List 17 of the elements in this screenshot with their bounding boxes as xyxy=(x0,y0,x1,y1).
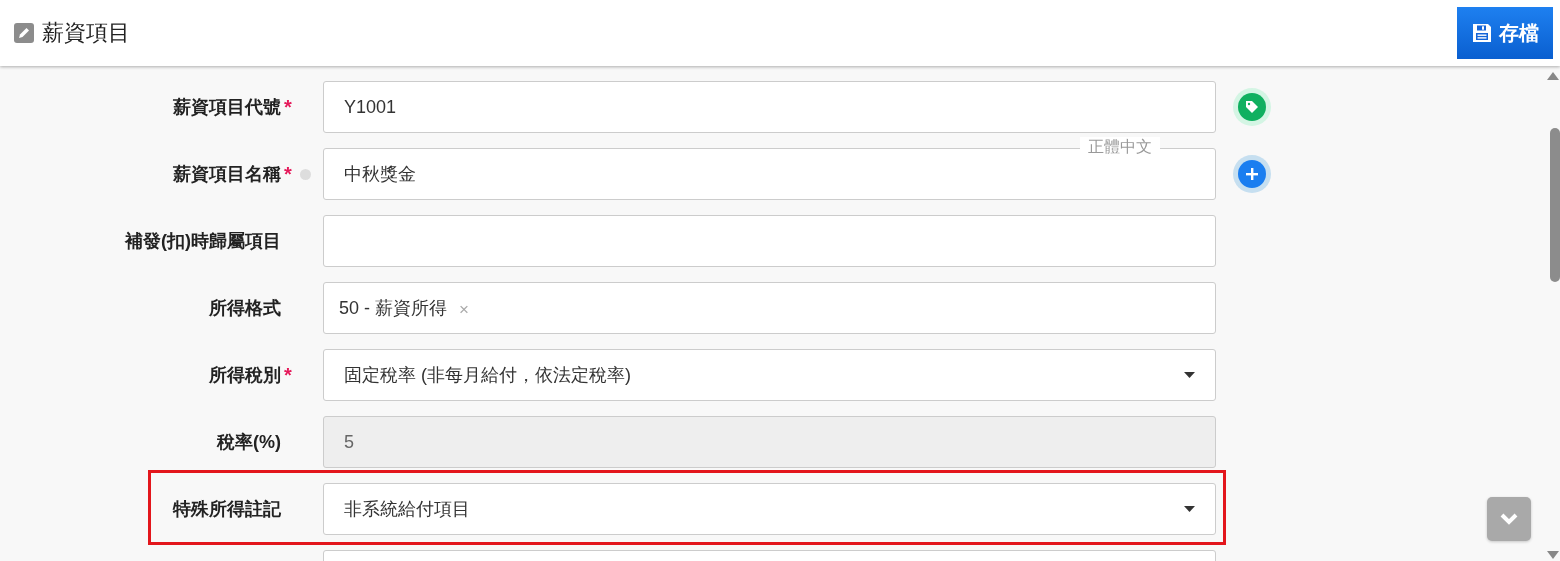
input-field[interactable]: Y1001 xyxy=(323,81,1216,133)
tag-label: 50 - 薪資所得 xyxy=(339,297,448,320)
select-field[interactable]: 非系統給付項目 xyxy=(323,483,1216,535)
required-mark: * xyxy=(284,95,292,119)
field-label: 稅率(%) xyxy=(217,432,281,452)
save-button[interactable]: 存檔 xyxy=(1457,7,1553,59)
field-label: 特殊所得註記 xyxy=(173,499,281,519)
required-mark: * xyxy=(284,363,292,387)
field-label: 薪資項目名稱 xyxy=(173,164,281,184)
required-mark: * xyxy=(284,162,292,186)
field-label: 所得稅別 xyxy=(209,365,281,385)
page-title: 薪資項目 xyxy=(42,19,130,47)
tag-field[interactable]: 50 - 薪資所得 × xyxy=(323,282,1216,334)
field-label: 薪資項目代號 xyxy=(173,97,281,117)
select-field[interactable]: 固定稅率 (非每月給付，依法定稅率) xyxy=(323,349,1216,401)
field-label: 補發(扣)時歸屬項目 xyxy=(125,231,281,251)
field-label: 所得格式 xyxy=(209,298,281,318)
